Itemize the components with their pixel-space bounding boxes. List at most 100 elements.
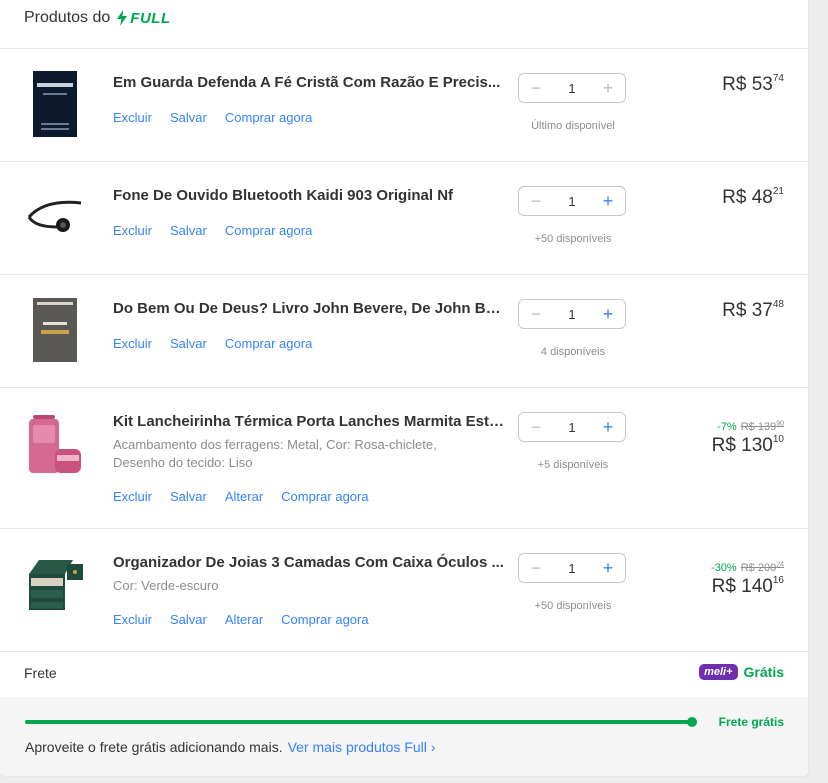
product-thumbnail[interactable]: [25, 295, 85, 365]
product-thumbnail[interactable]: [25, 69, 85, 139]
price: R$ 13010: [711, 433, 784, 456]
increase-button[interactable]: +: [599, 305, 617, 323]
cart-item: Fone De Ouvido Bluetooth Kaidi 903 Origi…: [0, 162, 808, 274]
delete-link[interactable]: Excluir: [113, 489, 152, 504]
decrease-button[interactable]: −: [527, 418, 545, 436]
decrease-button[interactable]: −: [527, 192, 545, 210]
item-actions: Excluir Salvar Comprar agora: [113, 110, 312, 125]
free-shipping-progress-bar: [25, 720, 691, 724]
increase-button[interactable]: +: [599, 559, 617, 577]
change-link[interactable]: Alterar: [225, 489, 263, 504]
price-block: -7% R$ 13990 R$ 13010: [712, 417, 784, 458]
product-title[interactable]: Kit Lancheirinha Térmica Porta Lanches M…: [113, 412, 505, 432]
old-price: R$ 20024: [740, 561, 784, 574]
full-logo: FULL: [116, 10, 170, 27]
save-link[interactable]: Salvar: [170, 336, 207, 351]
full-label: FULL: [130, 9, 171, 27]
book-cover-grey-icon: [33, 298, 77, 362]
product-thumbnail[interactable]: [25, 408, 85, 478]
discount-badge: -7%: [717, 420, 737, 433]
product-title[interactable]: Em Guarda Defenda A Fé Cristã Com Razão …: [113, 73, 505, 93]
old-price: R$ 13990: [740, 420, 784, 433]
cart-item: Do Bem Ou De Deus? Livro John Bevere, De…: [0, 275, 808, 387]
item-actions: Excluir Salvar Comprar agora: [113, 336, 312, 351]
price: R$ 14016: [711, 574, 784, 597]
shipping-label: Frete: [24, 665, 57, 681]
delete-link[interactable]: Excluir: [113, 612, 152, 627]
quantity-value: 1: [568, 80, 576, 96]
increase-button[interactable]: +: [599, 418, 617, 436]
quantity-stepper: − 1 +: [518, 553, 626, 583]
delete-link[interactable]: Excluir: [113, 336, 152, 351]
stock-label: +5 disponíveis: [537, 459, 609, 471]
shipping-value: meli+ Grátis: [699, 664, 784, 680]
save-link[interactable]: Salvar: [170, 223, 207, 238]
price: R$ 5374: [722, 73, 784, 96]
quantity-stepper: − 1 +: [518, 299, 626, 329]
meli-plus-badge: meli+: [699, 664, 738, 680]
promo-text: Aproveite o frete grátis adicionando mai…: [25, 739, 283, 755]
quantity-value: 1: [568, 306, 576, 322]
save-link[interactable]: Salvar: [170, 110, 207, 125]
delete-link[interactable]: Excluir: [113, 110, 152, 125]
buy-now-link[interactable]: Comprar agora: [225, 110, 312, 125]
increase-button[interactable]: +: [599, 192, 617, 210]
item-actions: Excluir Salvar Alterar Comprar agora: [113, 489, 369, 504]
quantity-stepper: − 1 +: [518, 73, 626, 103]
quantity-value: 1: [568, 560, 576, 576]
price-block: R$ 3748: [722, 299, 784, 323]
stock-label: +50 disponíveis: [534, 600, 612, 612]
old-price-row: -30% R$ 20024: [711, 558, 784, 575]
buy-now-link[interactable]: Comprar agora: [281, 489, 368, 504]
cart-item: Kit Lancheirinha Térmica Porta Lanches M…: [0, 388, 808, 528]
quantity-value: 1: [568, 193, 576, 209]
save-link[interactable]: Salvar: [170, 612, 207, 627]
product-thumbnail[interactable]: [25, 549, 85, 619]
progress-label: Frete grátis: [718, 715, 784, 729]
price: R$ 3748: [722, 299, 784, 322]
decrease-button[interactable]: −: [527, 559, 545, 577]
increase-button[interactable]: +: [599, 79, 617, 97]
old-price-cents: 90: [776, 420, 784, 427]
price-cents: 16: [772, 574, 784, 586]
item-actions: Excluir Salvar Comprar agora: [113, 223, 312, 238]
see-more-full-link[interactable]: Ver mais produtos Full ›: [288, 739, 436, 755]
buy-now-link[interactable]: Comprar agora: [225, 336, 312, 351]
product-variation: Cor: Verde-escuro: [113, 578, 219, 593]
product-thumbnail[interactable]: [25, 182, 85, 252]
quantity-stepper: − 1 +: [518, 186, 626, 216]
product-title[interactable]: Fone De Ouvido Bluetooth Kaidi 903 Origi…: [113, 186, 505, 206]
change-link[interactable]: Alterar: [225, 612, 263, 627]
progress-end-dot: [687, 717, 697, 727]
cart-item: Em Guarda Defenda A Fé Cristã Com Razão …: [0, 49, 808, 161]
jewelry-box-icon: [29, 560, 83, 610]
lightning-icon: [117, 10, 128, 26]
buy-now-link[interactable]: Comprar agora: [281, 612, 368, 627]
delete-link[interactable]: Excluir: [113, 223, 152, 238]
buy-now-link[interactable]: Comprar agora: [225, 223, 312, 238]
stock-label: +50 disponíveis: [534, 233, 612, 245]
quantity-stepper: − 1 +: [518, 412, 626, 442]
price-block: R$ 4821: [722, 186, 784, 210]
product-title[interactable]: Do Bem Ou De Deus? Livro John Bevere, De…: [113, 299, 505, 319]
section-title: Produtos do: [24, 9, 111, 26]
quantity-value: 1: [568, 419, 576, 435]
discount-badge: -30%: [711, 561, 737, 574]
product-title[interactable]: Organizador De Joias 3 Camadas Com Caixa…: [113, 553, 505, 573]
price-cents: 48: [772, 299, 784, 310]
save-link[interactable]: Salvar: [170, 489, 207, 504]
pink-lunch-kit-icon: [29, 415, 81, 473]
price-block: -30% R$ 20024 R$ 14016: [711, 558, 784, 599]
decrease-button[interactable]: −: [527, 305, 545, 323]
free-shipping-box: Frete grátis Aproveite o frete grátis ad…: [0, 697, 808, 776]
price-cents: 10: [772, 433, 784, 445]
product-variation: Acambamento dos ferragens: Metal, Cor: R…: [113, 437, 437, 470]
price-cents: 21: [772, 186, 784, 197]
old-price-cents: 24: [776, 561, 784, 568]
old-price-row: -7% R$ 13990: [712, 417, 784, 434]
headphones-icon: [27, 200, 82, 232]
stock-label: 4 disponíveis: [540, 346, 606, 358]
stock-label: Último disponível: [531, 120, 615, 132]
shipping-row: Frete meli+ Grátis: [0, 652, 808, 696]
decrease-button[interactable]: −: [527, 79, 545, 97]
